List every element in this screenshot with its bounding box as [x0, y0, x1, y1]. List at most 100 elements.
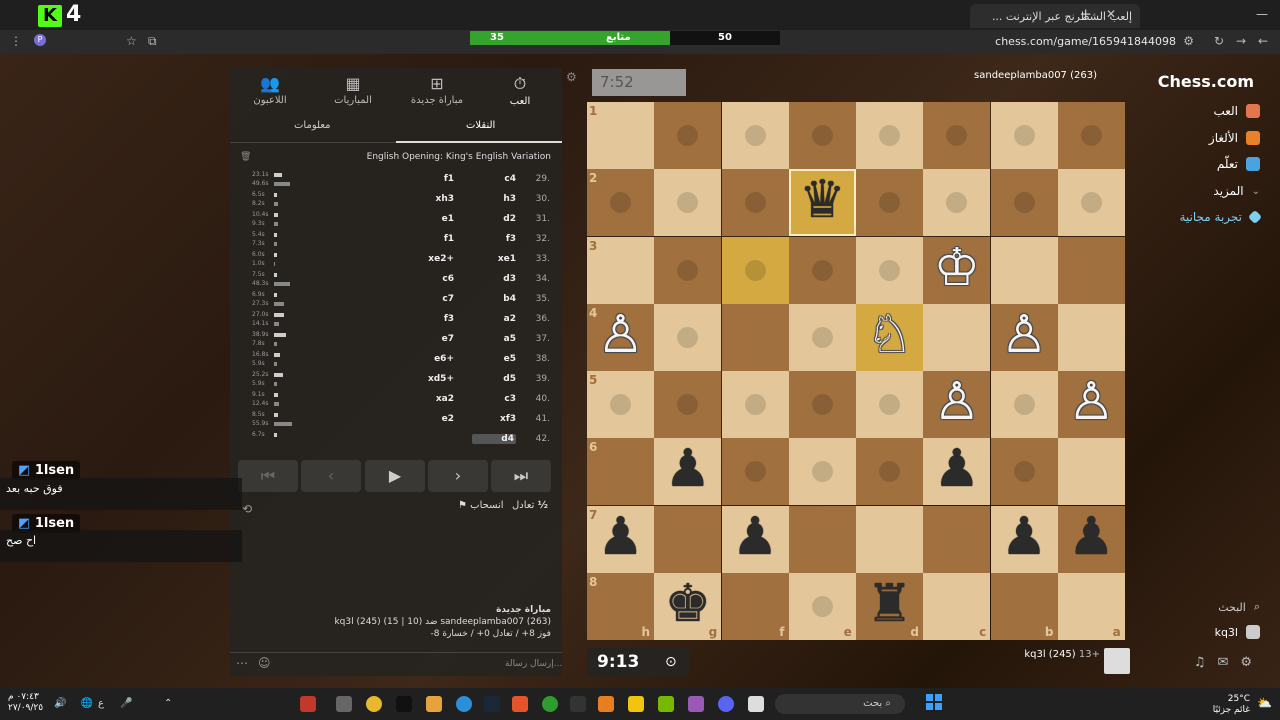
board-square[interactable] [856, 438, 923, 506]
board-square[interactable] [721, 102, 789, 169]
board-square[interactable] [654, 371, 722, 438]
board-square[interactable] [788, 303, 856, 371]
close-tab-icon[interactable]: ✕ [1106, 7, 1116, 21]
app-icon[interactable] [598, 696, 614, 712]
board-square[interactable] [654, 102, 722, 169]
board-square[interactable] [1057, 303, 1125, 371]
board-square[interactable] [788, 438, 856, 506]
black-move[interactable]: xe2+ [414, 254, 454, 264]
app-icon[interactable] [688, 696, 704, 712]
sidebar-item-more[interactable]: ⌄ المزيد [1213, 184, 1260, 198]
board-square[interactable]: a [1057, 572, 1125, 640]
white-move[interactable]: a2 [476, 314, 516, 324]
board-square[interactable] [721, 371, 789, 438]
language-indicator[interactable]: ع [98, 698, 104, 709]
black-pawn-icon[interactable]: ♟ [923, 438, 990, 505]
taskbar-search[interactable]: بحث ⌕ [775, 694, 905, 714]
black-move[interactable]: e7 [414, 334, 454, 344]
black-move[interactable]: f1 [414, 234, 454, 244]
discord-icon[interactable] [718, 696, 734, 712]
sidebar-user[interactable]: kq3l [1215, 625, 1260, 639]
white-move[interactable]: d3 [476, 274, 516, 284]
app-icon[interactable] [300, 696, 316, 712]
board-square[interactable] [856, 371, 923, 438]
black-pawn-icon[interactable]: ♟ [991, 506, 1058, 573]
board-square[interactable] [788, 236, 856, 304]
profile-icon[interactable]: P [34, 34, 46, 46]
taskview-icon[interactable] [748, 696, 764, 712]
mic-icon[interactable]: 🎤 [120, 698, 132, 709]
white-move[interactable]: xe1 [476, 254, 516, 264]
board-square[interactable]: ♟ 7 [587, 505, 654, 573]
tab-games[interactable]: ▦ المباريات [313, 74, 393, 106]
board-square[interactable]: 3 [587, 236, 654, 304]
board-square[interactable]: ♚ g [654, 572, 722, 640]
black-pawn-icon[interactable]: ♟ [654, 438, 721, 505]
board-square[interactable]: ♙ [1057, 371, 1125, 438]
board-square[interactable]: 5 [587, 371, 654, 438]
tab-new-game[interactable]: ⊞ مباراة جديدة [397, 74, 477, 106]
white-move[interactable]: c3 [476, 394, 516, 404]
sidebar-bottom-icons[interactable]: ♫✉⚙ [1194, 655, 1264, 670]
board-square[interactable] [721, 438, 789, 506]
board-square[interactable] [721, 169, 789, 237]
white-king-icon[interactable]: ♔ [923, 237, 990, 304]
minimize-icon[interactable]: — [1256, 7, 1268, 21]
chevron-up-icon[interactable]: ⌃ [164, 698, 172, 709]
board-square[interactable] [788, 505, 856, 573]
sidebar-item-learn[interactable]: تعلّم [1217, 157, 1260, 171]
board-square[interactable]: 8h [587, 572, 654, 640]
white-knight-icon[interactable]: ♘ [856, 304, 923, 371]
board-square[interactable] [990, 169, 1058, 237]
board-square[interactable] [788, 102, 856, 169]
new-tab-icon[interactable]: + [1079, 5, 1092, 23]
xbox-icon[interactable] [542, 696, 558, 712]
board-square[interactable] [856, 102, 923, 169]
board-square[interactable]: c [923, 572, 991, 640]
nvidia-icon[interactable] [658, 696, 674, 712]
tab-players[interactable]: 👥 اللاعبون [230, 74, 310, 106]
white-move[interactable]: d5 [476, 374, 516, 384]
board-square[interactable] [1057, 236, 1125, 304]
black-move[interactable]: xa2 [414, 394, 454, 404]
board-square[interactable] [990, 102, 1058, 169]
forward-icon[interactable]: → [1236, 34, 1246, 48]
bell-icon[interactable]: ♫ [1194, 655, 1218, 670]
white-move[interactable]: d2 [476, 214, 516, 224]
chess-com-logo[interactable]: Chess.com [1158, 72, 1254, 91]
weather-widget[interactable]: 25°C غائم جزئيًا [1213, 694, 1250, 716]
settings-gear-icon[interactable]: ⚙ [566, 70, 577, 84]
black-move[interactable]: xd5+ [414, 374, 454, 384]
board-square[interactable]: ♙ 4 [587, 303, 654, 371]
board-square[interactable] [654, 236, 722, 304]
black-move[interactable]: c7 [414, 294, 454, 304]
board-square[interactable]: ♘ [856, 303, 923, 371]
app-icon[interactable] [336, 696, 352, 712]
board-square[interactable] [923, 169, 991, 237]
reload-icon[interactable]: ↻ [1214, 34, 1224, 48]
menu-icon[interactable]: ⋮ [10, 34, 22, 48]
white-pawn-icon[interactable]: ♙ [1058, 371, 1125, 438]
sidebar-item-play[interactable]: العب [1213, 104, 1260, 118]
brave-icon[interactable] [512, 696, 528, 712]
board-square[interactable] [856, 505, 923, 573]
board-square[interactable] [923, 303, 991, 371]
avatar[interactable] [1104, 648, 1130, 674]
board-square[interactable]: b [990, 572, 1058, 640]
board-square[interactable] [1057, 438, 1125, 506]
chrome-icon[interactable] [366, 696, 382, 712]
board-square[interactable]: ♟ [654, 438, 722, 506]
folder-icon[interactable] [628, 696, 644, 712]
black-queen-icon[interactable]: ♛ [789, 169, 856, 236]
url-field[interactable]: chess.com/game/165941844098 [995, 35, 1176, 48]
white-move[interactable]: f3 [476, 234, 516, 244]
white-pawn-icon[interactable]: ♙ [923, 371, 990, 438]
board-square[interactable]: ♔ [923, 236, 991, 304]
resign-button[interactable]: ⚑ انسحاب [458, 500, 504, 511]
board-square[interactable]: ♟ [721, 505, 789, 573]
play-button[interactable]: ▶ [365, 460, 425, 492]
board-square[interactable] [654, 303, 722, 371]
black-move[interactable]: e6+ [414, 354, 454, 364]
white-move[interactable]: e5 [476, 354, 516, 364]
black-move[interactable]: f1 [414, 174, 454, 184]
